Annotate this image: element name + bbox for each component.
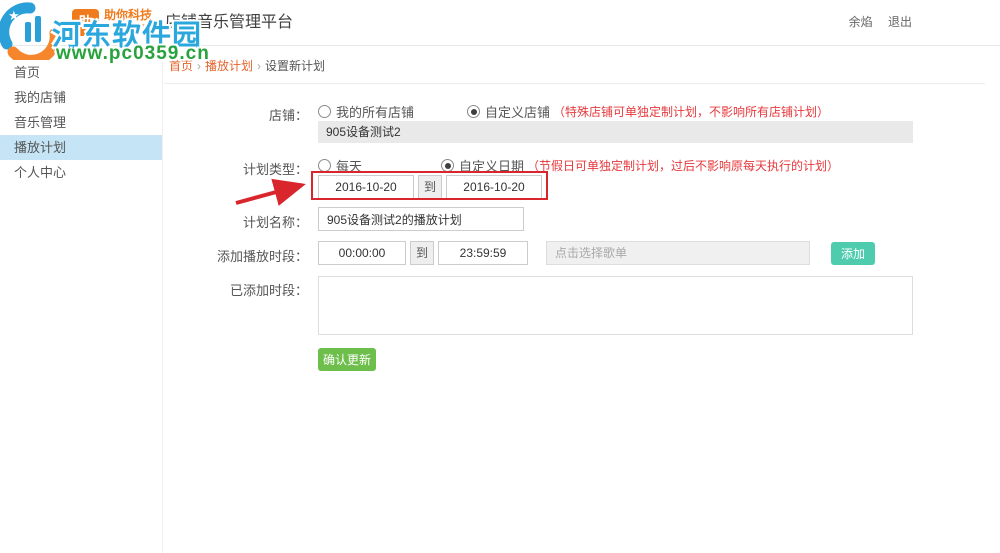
time-from-input[interactable] [318, 241, 406, 265]
plan-type-note: （节假日可单独定制计划，过后不影响原每天执行的计划） [527, 159, 840, 173]
add-period-button[interactable]: 添加 [831, 242, 875, 265]
date-from-input[interactable] [318, 175, 414, 199]
sidebar-item-music-management[interactable]: 音乐管理 [0, 110, 162, 135]
breadcrumb-play-plan[interactable]: 播放计划 [205, 59, 253, 73]
brand-domain: zhunikeji.com [104, 23, 147, 30]
shop-options: 我的所有店铺 自定义店铺 （特殊店铺可单独定制计划，不影响所有店铺计划） [318, 102, 829, 121]
sidebar-item-my-shops[interactable]: 我的店铺 [0, 85, 162, 110]
plan-type-label: 计划类型： [242, 162, 308, 177]
time-to-input[interactable] [438, 241, 528, 265]
sidebar-item-home[interactable]: 首页 [0, 60, 162, 85]
selected-shop-box: 905设备测试2 [318, 121, 913, 143]
playlist-select-input[interactable] [546, 241, 810, 265]
daily-radio[interactable] [318, 159, 331, 172]
breadcrumb-separator: › [197, 59, 202, 73]
breadcrumb-home[interactable]: 首页 [169, 59, 193, 73]
sidebar-item-play-plan[interactable]: 播放计划 [0, 135, 162, 160]
username-link[interactable]: 余焰 [849, 15, 873, 29]
time-range-group: 到 [318, 241, 528, 265]
added-periods-box[interactable] [318, 276, 913, 335]
plan-type-options: 每天 自定义日期 （节假日可单独定制计划，过后不影响原每天执行的计划） [318, 156, 839, 175]
all-shops-radio[interactable] [318, 105, 331, 118]
custom-shop-option-label[interactable]: 自定义店铺 [485, 102, 550, 121]
date-to-addon: 到 [418, 175, 442, 199]
added-periods-label: 已添加时段： [229, 283, 308, 298]
sidebar-nav: 首页 我的店铺 音乐管理 播放计划 个人中心 [0, 46, 163, 553]
date-range-group: 到 [318, 175, 542, 199]
custom-date-option-label[interactable]: 自定义日期 [459, 156, 524, 175]
plan-name-input[interactable] [318, 207, 524, 231]
custom-shop-radio[interactable] [467, 105, 481, 118]
shop-note: （特殊店铺可单独定制计划，不影响所有店铺计划） [553, 105, 830, 119]
add-period-label: 添加播放时段： [216, 249, 308, 264]
brand-logo-icon: 助 [72, 9, 99, 36]
daily-option-label[interactable]: 每天 [336, 156, 362, 175]
main-content: 首页 › 播放计划 › 设置新计划 店铺： 我的所有店铺 自定义店铺 （特殊店铺可单独定… [164, 46, 1000, 553]
time-to-addon: 到 [410, 241, 434, 265]
confirm-update-button[interactable]: 确认更新 [318, 348, 376, 371]
date-to-input[interactable] [446, 175, 542, 199]
breadcrumb-separator: › [257, 59, 262, 73]
user-area: 余焰 退出 [837, 0, 912, 45]
custom-date-radio[interactable] [441, 159, 455, 172]
plan-name-label: 计划名称： [242, 215, 308, 230]
breadcrumb-current: 设置新计划 [265, 59, 326, 73]
shop-label: 店铺： [268, 108, 308, 123]
page-title: 店铺音乐管理平台 [165, 14, 294, 31]
breadcrumb: 首页 › 播放计划 › 设置新计划 [164, 46, 985, 84]
brand-name: 助你科技 [104, 8, 153, 22]
logout-link[interactable]: 退出 [888, 15, 912, 29]
top-header: 助 助你科技 zhunikeji.com 店铺音乐管理平台 余焰 退出 [0, 0, 1000, 46]
sidebar-item-personal-center[interactable]: 个人中心 [0, 160, 162, 185]
all-shops-option-label[interactable]: 我的所有店铺 [336, 102, 414, 121]
